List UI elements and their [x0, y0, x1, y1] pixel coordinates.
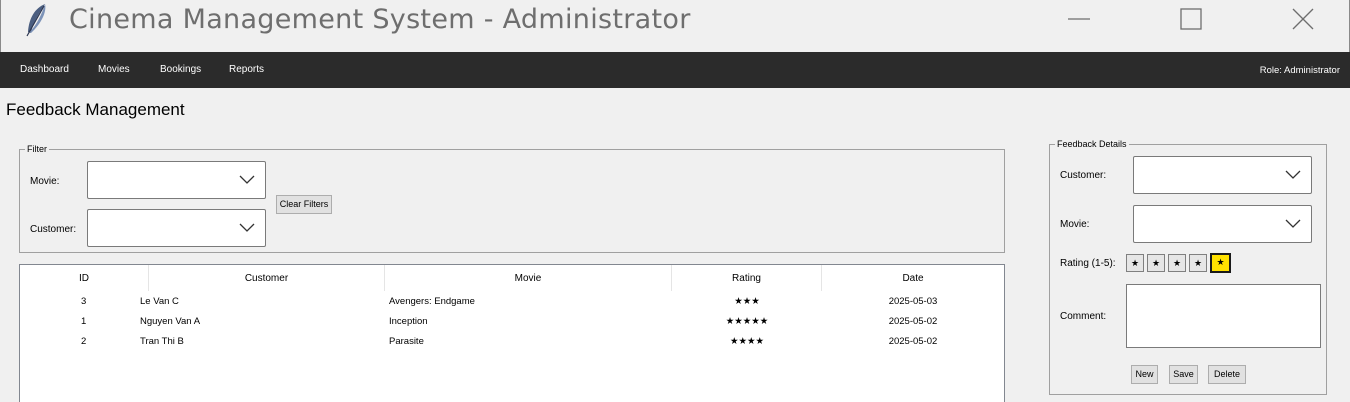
maximize-icon: [1180, 8, 1202, 30]
filter-movie-select[interactable]: [87, 161, 266, 199]
window-title: Cinema Management System - Administrator: [69, 4, 691, 35]
details-customer-select[interactable]: [1133, 156, 1312, 194]
cell-customer: Tran Thi B: [140, 336, 184, 347]
menu-item-dashboard[interactable]: Dashboard: [20, 64, 69, 75]
filter-movie-label: Movie:: [30, 176, 60, 187]
cell-rating: ★★★★: [729, 336, 765, 347]
details-movie-select[interactable]: [1133, 205, 1312, 243]
details-comment-label: Comment:: [1060, 311, 1107, 322]
cell-rating: ★★★★★: [725, 316, 769, 327]
cell-date: 2025-05-03: [888, 296, 938, 307]
rating-star-2-button[interactable]: ★: [1147, 254, 1165, 272]
cell-customer: Le Van C: [140, 296, 179, 307]
feather-icon: [23, 2, 53, 38]
close-icon: [1292, 8, 1314, 30]
feedback-table: ID Customer Movie Rating Date 3 Le Van C…: [19, 264, 1005, 402]
cell-movie: Avengers: Endgame: [389, 296, 475, 307]
clear-filters-button[interactable]: Clear Filters: [276, 195, 332, 214]
rating-star-5-button[interactable]: ★: [1210, 253, 1231, 273]
chevron-down-icon: [239, 175, 255, 184]
filter-legend: Filter: [25, 143, 49, 155]
column-header-date[interactable]: Date: [822, 265, 1004, 291]
table-header: ID Customer Movie Rating Date: [20, 265, 1004, 291]
menu-bar: Dashboard Movies Bookings Reports Role: …: [0, 52, 1350, 88]
details-customer-label: Customer:: [1060, 170, 1107, 181]
cell-id: 1: [81, 316, 87, 327]
chevron-down-icon: [1285, 170, 1301, 179]
save-button[interactable]: Save: [1169, 365, 1198, 384]
cell-id: 2: [81, 336, 87, 347]
menu-item-bookings[interactable]: Bookings: [160, 64, 201, 75]
cell-movie: Parasite: [389, 336, 424, 347]
comment-textarea[interactable]: [1126, 284, 1321, 348]
rating-star-3-button[interactable]: ★: [1168, 254, 1186, 272]
filter-customer-select[interactable]: [87, 209, 266, 247]
chevron-down-icon: [1285, 219, 1301, 228]
filter-customer-label: Customer:: [30, 224, 77, 235]
role-indicator: Role: Administrator: [1259, 65, 1340, 76]
column-header-rating[interactable]: Rating: [672, 265, 822, 291]
page-title: Feedback Management: [6, 100, 185, 119]
column-header-customer[interactable]: Customer: [149, 265, 385, 291]
close-button[interactable]: [1275, 0, 1331, 38]
maximize-button[interactable]: [1163, 0, 1219, 38]
cell-rating: ★★★: [734, 296, 760, 307]
delete-button[interactable]: Delete: [1208, 365, 1246, 384]
rating-star-4-button[interactable]: ★: [1189, 254, 1207, 272]
cell-date: 2025-05-02: [888, 336, 938, 347]
new-button[interactable]: New: [1131, 365, 1158, 384]
feedback-details-legend: Feedback Details: [1055, 138, 1129, 150]
details-rating-label: Rating (1-5):: [1060, 258, 1116, 269]
details-movie-label: Movie:: [1060, 219, 1090, 230]
column-header-movie[interactable]: Movie: [385, 265, 672, 291]
cell-customer: Nguyen Van A: [140, 316, 201, 327]
cell-id: 3: [81, 296, 87, 307]
cell-date: 2025-05-02: [888, 316, 938, 327]
minimize-icon: [1068, 18, 1090, 20]
column-header-id[interactable]: ID: [20, 265, 149, 291]
menu-item-movies[interactable]: Movies: [98, 64, 130, 75]
cell-movie: Inception: [389, 316, 428, 327]
rating-star-1-button[interactable]: ★: [1126, 254, 1144, 272]
title-bar: Cinema Management System - Administrator: [0, 0, 1350, 52]
minimize-button[interactable]: [1051, 0, 1107, 38]
chevron-down-icon: [239, 223, 255, 232]
menu-item-reports[interactable]: Reports: [229, 64, 264, 75]
